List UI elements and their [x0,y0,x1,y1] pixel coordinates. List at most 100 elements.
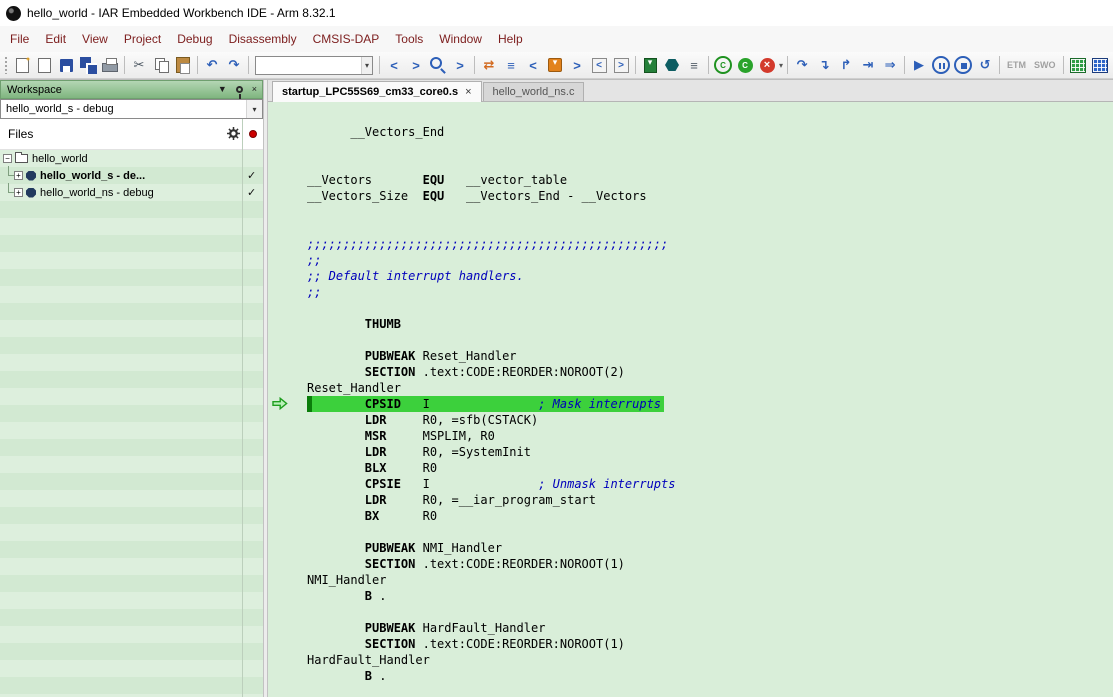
close-icon[interactable]: × [252,85,257,94]
menu-item-file[interactable]: File [2,28,37,50]
attach-to-running-button[interactable] [735,55,756,76]
copy-button[interactable] [151,55,172,76]
code-line-14[interactable] [307,332,1113,348]
tab-close-icon[interactable]: × [465,86,471,98]
menu-item-window[interactable]: Window [431,28,490,50]
code-line-6[interactable] [307,204,1113,220]
code-line-9[interactable]: ;; [307,252,1113,268]
code-line-3[interactable] [307,156,1113,172]
print-button[interactable] [100,55,121,76]
code-line-26[interactable] [307,524,1113,540]
run-to-cursor-button[interactable]: ⇒ [880,55,901,76]
code-line-15[interactable]: PUBWEAK Reset_Handler [307,348,1113,364]
menu-item-disassembly[interactable]: Disassembly [221,28,305,50]
code-line-30[interactable]: B . [307,588,1113,604]
open-document-button[interactable] [34,55,55,76]
debug-toolbar-overflow[interactable]: ▾ [779,61,783,70]
previous-document-button[interactable] [589,55,610,76]
menu-item-project[interactable]: Project [116,28,169,50]
code-editor[interactable]: __Vectors_End__Vectors EQU __vector_tabl… [268,102,1113,697]
next-statement-button[interactable]: ⇥ [858,55,879,76]
code-line-5[interactable]: __Vectors_Size EQU __Vectors_End - __Vec… [307,188,1113,204]
code-line-31[interactable] [307,604,1113,620]
expand-toggle-icon[interactable]: + [14,171,23,180]
code-line-17[interactable]: Reset_Handler [307,380,1113,396]
code-line-7[interactable] [307,220,1113,236]
gear-icon[interactable] [227,127,240,143]
code-line-13[interactable]: THUMB [307,316,1113,332]
code-line-34[interactable]: HardFault_Handler [307,652,1113,668]
reset-target-button[interactable]: ↺ [975,55,996,76]
code-line-23[interactable]: CPSIE I ; Unmask interrupts [307,476,1113,492]
break-button[interactable] [931,55,952,76]
code-line-32[interactable]: PUBWEAK HardFault_Handler [307,620,1113,636]
tab-startup-lpc55s69-cm33-core0-s[interactable]: startup_LPC55S69_cm33_core0.s× [272,81,482,102]
quick-search-combobox[interactable]: ▾ [255,56,373,75]
code-line-4[interactable]: __Vectors EQU __vector_table [307,172,1113,188]
menu-item-debug[interactable]: Debug [169,28,220,50]
pin-icon[interactable] [236,86,243,93]
previous-bookmark-button[interactable]: < [523,55,544,76]
go-button[interactable]: ▶ [909,55,930,76]
build-config-selector[interactable]: hello_world_s - debug ▾ [0,99,263,119]
halt-button[interactable] [953,55,974,76]
code-line-29[interactable]: NMI_Handler [307,572,1113,588]
disassembly-window-button[interactable]: ≡ [684,55,705,76]
menu-item-help[interactable]: Help [490,28,531,50]
menu-item-edit[interactable]: Edit [37,28,74,50]
code-line-12[interactable] [307,300,1113,316]
chevron-down-icon[interactable]: ▾ [361,57,372,74]
code-line-27[interactable]: PUBWEAK NMI_Handler [307,540,1113,556]
menu-item-cmsis-dap[interactable]: CMSIS-DAP [305,28,388,50]
navigate-backward-button[interactable]: < [384,55,405,76]
tree-item-hello-world-ns-debug[interactable]: +hello_world_ns - debug✓ [0,184,263,201]
code-line-2[interactable] [307,140,1113,156]
code-line-19[interactable]: LDR R0, =sfb(CSTACK) [307,412,1113,428]
new-document-button[interactable] [12,55,33,76]
chevron-down-icon[interactable]: ▾ [246,100,262,118]
code-line-24[interactable]: LDR R0, =__iar_program_start [307,492,1113,508]
code-line-25[interactable]: BX R0 [307,508,1113,524]
code-line-11[interactable]: ;; [307,284,1113,300]
step-out-button[interactable]: ↱ [836,55,857,76]
tree-item-hello-world-s-de[interactable]: +hello_world_s - de...✓ [0,167,263,184]
next-document-button[interactable] [611,55,632,76]
code-line-10[interactable]: ;; Default interrupt handlers. [307,268,1113,284]
redo-button[interactable]: ↷ [224,55,245,76]
save-button[interactable] [56,55,77,76]
collapse-toggle-icon[interactable]: − [3,154,12,163]
code-line-22[interactable]: BLX R0 [307,460,1113,476]
go-to-function-button[interactable]: ≡ [501,55,522,76]
reset-button[interactable] [713,55,734,76]
menu-item-tools[interactable]: Tools [387,28,431,50]
code-line-21[interactable]: LDR R0, =SystemInit [307,444,1113,460]
code-line-18[interactable]: CPSID I ; Mask interrupts [307,396,1113,412]
etm-trace-button[interactable]: ETM [1003,60,1030,70]
menu-item-view[interactable]: View [74,28,116,50]
next-bookmark-button[interactable]: > [567,55,588,76]
power-log-button[interactable] [1067,55,1088,76]
code-line-16[interactable]: SECTION .text:CODE:REORDER:NOROOT(2) [307,364,1113,380]
editor-gutter[interactable] [268,102,307,697]
code-line-35[interactable]: B . [307,668,1113,684]
navigate-forward-button[interactable]: > [406,55,427,76]
swo-trace-button[interactable]: SWO [1030,60,1060,70]
download-and-debug-button[interactable] [640,55,661,76]
save-all-button[interactable] [78,55,99,76]
chevron-down-icon[interactable]: ▼ [218,85,227,94]
code-content[interactable]: __Vectors_End__Vectors EQU __vector_tabl… [307,102,1113,697]
cut-button[interactable]: ✂ [129,55,150,76]
toggle-bookmark-button[interactable] [545,55,566,76]
timeline-button[interactable] [1089,55,1110,76]
code-line-33[interactable]: SECTION .text:CODE:REORDER:NOROOT(1) [307,636,1113,652]
step-into-button[interactable]: ↴ [814,55,835,76]
find-button[interactable] [428,55,449,76]
code-line-28[interactable]: SECTION .text:CODE:REORDER:NOROOT(1) [307,556,1113,572]
tree-item-hello-world[interactable]: −hello_world [0,150,263,167]
code-line-20[interactable]: MSR MSPLIM, R0 [307,428,1113,444]
paste-button[interactable] [173,55,194,76]
tab-hello-world-ns-c[interactable]: hello_world_ns.c [483,82,585,101]
step-over-button[interactable]: ↷ [792,55,813,76]
code-line-8[interactable]: ;;;;;;;;;;;;;;;;;;;;;;;;;;;;;;;;;;;;;;;;… [307,236,1113,252]
find-next-button[interactable]: > [450,55,471,76]
